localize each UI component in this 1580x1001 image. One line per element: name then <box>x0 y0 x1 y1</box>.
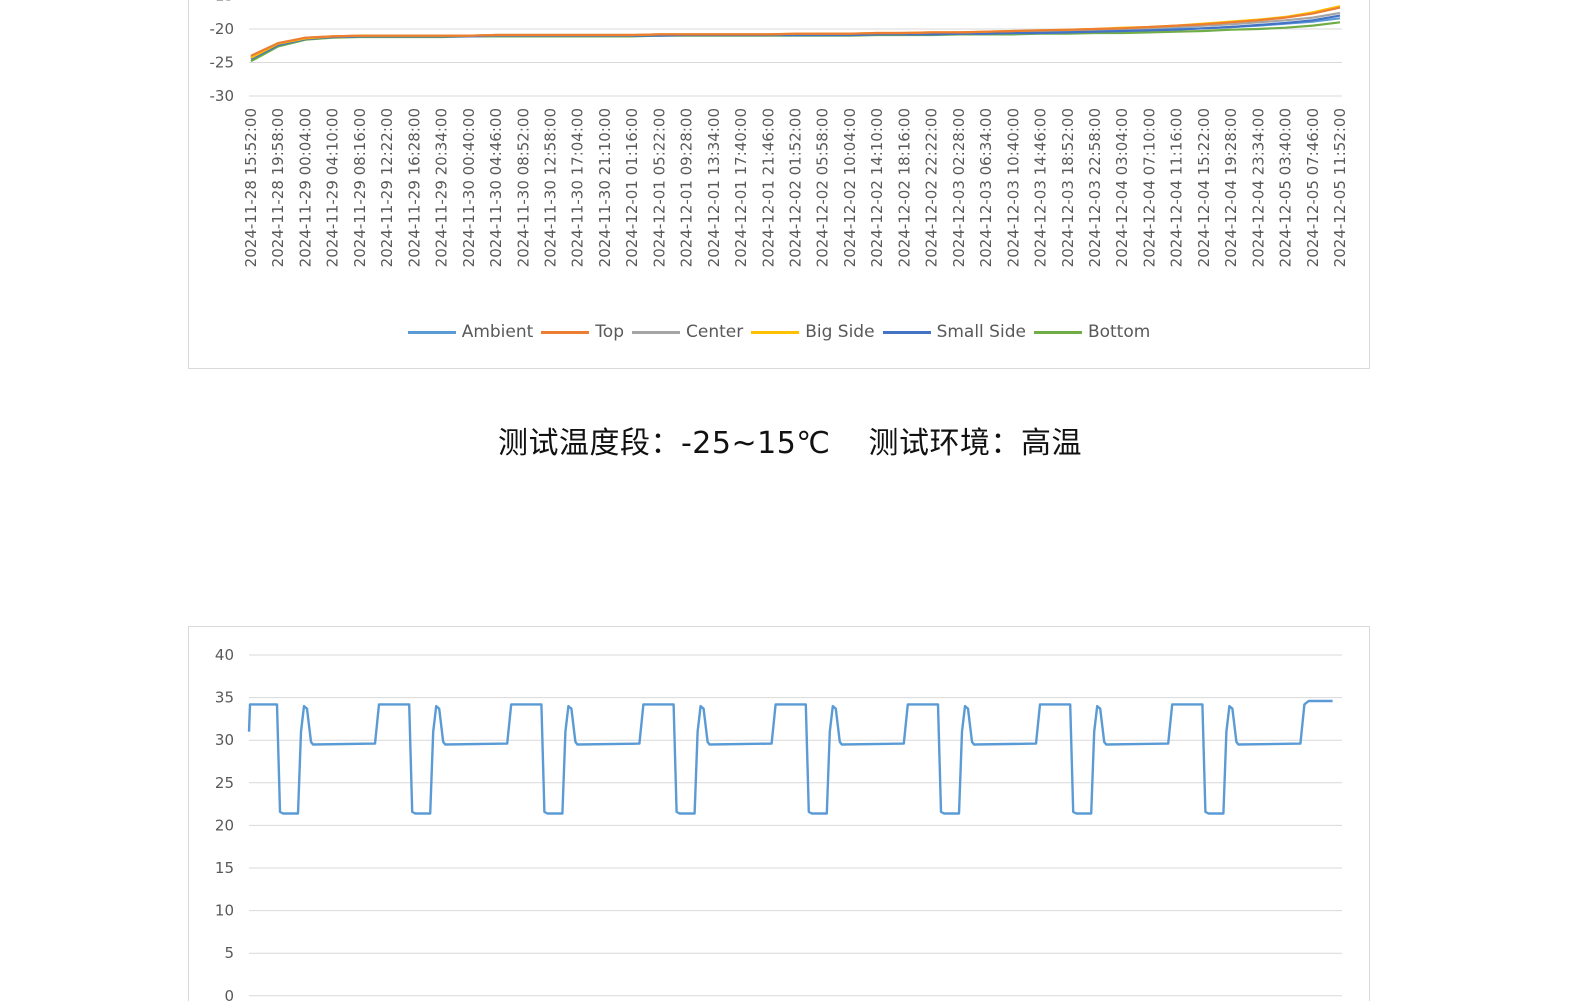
y-tick-label: -15 <box>210 0 235 5</box>
x-tick-label: 2024-12-04 07:10:00 <box>1140 108 1158 267</box>
legend-item-small-side: Small Side <box>882 322 1026 342</box>
x-tick-label: 2024-12-01 13:34:00 <box>705 108 723 267</box>
x-tick-label: 2024-11-29 16:28:00 <box>405 108 423 267</box>
legend-swatch-top <box>541 330 590 334</box>
x-tick-label: 2024-12-01 01:16:00 <box>623 108 641 267</box>
x-tick-label: 2024-11-30 12:58:00 <box>542 108 560 267</box>
x-tick-label: 2024-12-01 09:28:00 <box>678 108 696 267</box>
x-tick-label: 2024-11-30 17:04:00 <box>569 108 587 267</box>
legend-label-bottom: Bottom <box>1087 322 1151 342</box>
test-caption: 测试温度段：-25~15℃ 测试环境：高温 <box>0 418 1580 462</box>
legend-label-center: Center <box>685 322 744 342</box>
x-tick-label: 2024-12-05 11:52:00 <box>1331 108 1349 267</box>
x-tick-label: 2024-11-29 00:04:00 <box>297 108 315 267</box>
x-tick-label: 2024-12-04 03:04:00 <box>1113 108 1131 267</box>
y-tick-label: -20 <box>210 20 235 38</box>
legend-item-top: Top <box>541 322 624 342</box>
legend-item-bottom: Bottom <box>1033 322 1151 342</box>
x-tick-label: 2024-12-04 15:22:00 <box>1195 108 1213 267</box>
caption-test-environment: 测试环境：高温 <box>868 426 1083 461</box>
x-tick-label: 2024-12-02 22:22:00 <box>923 108 941 267</box>
x-tick-label: 2024-11-30 04:46:00 <box>487 108 505 267</box>
x-tick-label: 2024-11-28 19:58:00 <box>269 108 287 267</box>
y-tick-label: 0 <box>224 987 234 1001</box>
legend-swatch-center <box>631 330 680 334</box>
x-tick-label: 2024-12-01 21:46:00 <box>759 108 777 267</box>
y-tick-label: 10 <box>215 902 234 920</box>
y-tick-label: 20 <box>215 816 234 834</box>
x-tick-label: 2024-12-04 11:16:00 <box>1168 108 1186 267</box>
legend-label-small-side: Small Side <box>936 322 1026 342</box>
legend-label-ambient: Ambient <box>461 322 534 342</box>
x-tick-label: 2024-11-29 12:22:00 <box>378 108 396 267</box>
chart-panel-top: -15 -20 -25 -30 2024-11-28 15:52:00 2024-11-2… <box>188 0 1370 369</box>
legend-swatch-small-side <box>882 330 931 334</box>
caption-temperature-range: 测试温度段：-25~15℃ <box>497 426 831 461</box>
series-line-temperature <box>247 699 1333 815</box>
series-line-small-side <box>250 14 1341 61</box>
x-tick-label: 2024-11-30 00:40:00 <box>460 108 478 267</box>
y-tick-label: 30 <box>215 731 234 749</box>
legend-label-top: Top <box>595 322 624 342</box>
x-tick-label: 2024-11-30 08:52:00 <box>514 108 532 267</box>
x-tick-label: 2024-12-02 18:16:00 <box>895 108 913 267</box>
x-tick-label: 2024-12-03 22:58:00 <box>1086 108 1104 267</box>
chart-panel-bottom: 40 35 30 25 20 15 10 5 0 <box>188 626 1370 1001</box>
x-tick-label: 2024-12-05 07:46:00 <box>1304 108 1322 267</box>
legend-item-center: Center <box>631 322 744 342</box>
x-tick-label: 2024-12-04 19:28:00 <box>1222 108 1240 267</box>
y-tick-label: 25 <box>215 774 234 792</box>
x-tick-label: 2024-12-02 05:58:00 <box>814 108 832 267</box>
x-tick-label: 2024-12-02 14:10:00 <box>868 108 886 267</box>
legend-swatch-bottom <box>1033 330 1082 334</box>
x-tick-label: 2024-12-01 05:22:00 <box>650 108 668 267</box>
x-tick-label: 2024-11-28 15:52:00 <box>242 108 260 267</box>
y-tick-label: 40 <box>215 646 234 664</box>
x-tick-label: 2024-12-03 02:28:00 <box>950 108 968 267</box>
x-tick-label: 2024-12-04 23:34:00 <box>1249 108 1267 267</box>
line-chart-bottom: 40 35 30 25 20 15 10 5 0 <box>215 646 1342 1001</box>
x-tick-label: 2024-12-03 10:40:00 <box>1004 108 1022 267</box>
x-tick-label: 2024-11-30 21:10:00 <box>596 108 614 267</box>
x-tick-label: 2024-12-03 06:34:00 <box>977 108 995 267</box>
x-tick-label: 2024-11-29 20:34:00 <box>433 108 451 267</box>
legend-swatch-ambient <box>407 330 456 334</box>
x-tick-label: 2024-11-29 04:10:00 <box>324 108 342 267</box>
legend-item-big-side: Big Side <box>751 322 875 342</box>
legend-item-ambient: Ambient <box>407 322 534 342</box>
y-tick-label: 35 <box>215 689 234 707</box>
x-tick-label: 2024-12-03 14:46:00 <box>1032 108 1050 267</box>
x-tick-label: 2024-11-29 08:16:00 <box>351 108 369 267</box>
line-chart-top: -15 -20 -25 -30 2024-11-28 15:52:00 2024-11-2… <box>210 0 1350 267</box>
legend-swatch-big-side <box>751 330 800 334</box>
x-tick-label: 2024-12-02 10:04:00 <box>841 108 859 267</box>
x-tick-label: 2024-12-01 17:40:00 <box>732 108 750 267</box>
x-tick-label: 2024-12-02 01:52:00 <box>787 108 805 267</box>
y-tick-label: -30 <box>210 87 235 105</box>
x-tick-label: 2024-12-03 18:52:00 <box>1059 108 1077 267</box>
y-tick-label: 15 <box>215 859 234 877</box>
chart-legend: Ambient Top Center Big Side Small Side B… <box>189 322 1369 342</box>
y-tick-label: -25 <box>210 54 235 72</box>
legend-label-big-side: Big Side <box>805 322 875 342</box>
x-tick-label: 2024-12-05 03:40:00 <box>1277 108 1295 267</box>
y-tick-label: 5 <box>224 944 234 962</box>
